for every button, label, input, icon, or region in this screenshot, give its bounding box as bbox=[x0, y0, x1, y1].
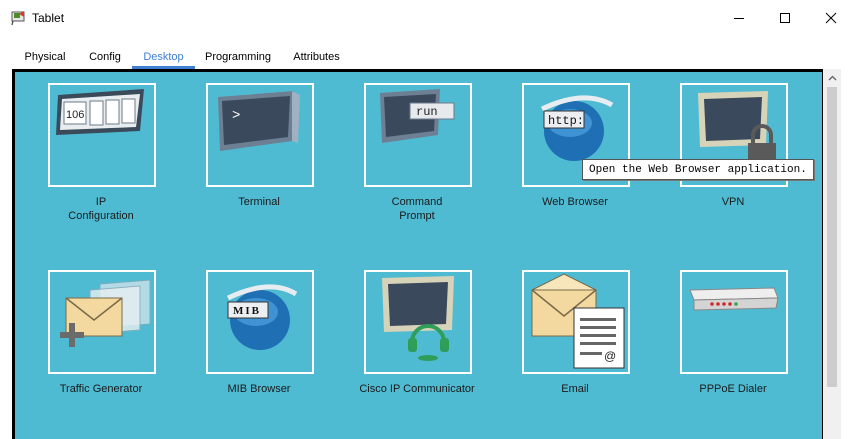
tab-label: Desktop bbox=[143, 51, 184, 63]
app-label: VPN bbox=[663, 195, 803, 209]
app-label-text: Web Browser bbox=[542, 196, 608, 208]
app-tile[interactable]: run bbox=[364, 83, 472, 187]
tab-programming[interactable]: Programming bbox=[195, 45, 281, 69]
at-symbol-text: @ bbox=[604, 349, 616, 363]
desktop-area: 106 IP Configuration > Terminal run Comm… bbox=[15, 72, 822, 439]
web-browser-tooltip: Open the Web Browser application. bbox=[582, 159, 814, 180]
maximize-icon bbox=[780, 13, 790, 23]
minimize-icon bbox=[734, 18, 744, 19]
terminal-prompt-text: > bbox=[232, 108, 240, 124]
desktop-panel: 106 IP Configuration > Terminal run Comm… bbox=[12, 69, 827, 439]
app-label-text: VPN bbox=[721, 196, 745, 208]
scroll-thumb[interactable] bbox=[827, 87, 837, 387]
packet-tracer-app-icon bbox=[11, 11, 25, 26]
app-tile[interactable] bbox=[364, 270, 472, 374]
window-title: Tablet bbox=[32, 11, 65, 25]
vertical-scrollbar[interactable] bbox=[823, 69, 841, 439]
tab-attributes[interactable]: Attributes bbox=[281, 45, 352, 69]
close-button[interactable] bbox=[808, 0, 854, 36]
run-text: run bbox=[416, 105, 438, 119]
app-label-text: Email bbox=[561, 383, 589, 395]
app-label: Terminal bbox=[189, 195, 329, 209]
app-label-text: IP Configuration bbox=[68, 196, 134, 222]
email-icon: @ bbox=[531, 273, 625, 369]
traffic-generator-icon bbox=[60, 279, 151, 347]
app-label: Command Prompt bbox=[347, 195, 487, 223]
tooltip-text: Open the Web Browser application. bbox=[589, 163, 807, 176]
app-label: IP Configuration bbox=[31, 195, 171, 223]
mib-browser-icon: MIB bbox=[226, 284, 298, 350]
app-label-text: Traffic Generator bbox=[59, 383, 143, 395]
mib-text: MIB bbox=[233, 305, 261, 317]
app-tile[interactable]: > bbox=[206, 83, 314, 187]
close-icon bbox=[825, 12, 837, 24]
ip-configuration-icon: 106 bbox=[56, 89, 144, 135]
ip-number-text: 106 bbox=[66, 109, 84, 121]
app-label: Web Browser bbox=[505, 195, 645, 209]
app-tile[interactable]: @ bbox=[522, 270, 630, 374]
tab-label: Programming bbox=[204, 51, 272, 63]
app-tile[interactable]: MIB bbox=[206, 270, 314, 374]
app-tile[interactable] bbox=[48, 270, 156, 374]
maximize-button[interactable] bbox=[762, 0, 808, 36]
app-label-text: Command Prompt bbox=[391, 196, 443, 222]
cisco-ip-communicator-icon bbox=[382, 276, 454, 361]
tab-desktop[interactable]: Desktop bbox=[132, 45, 195, 69]
app-label: MIB Browser bbox=[189, 382, 329, 396]
tab-label: Attributes bbox=[293, 51, 340, 63]
app-label: Email bbox=[505, 382, 645, 396]
terminal-icon: > bbox=[218, 91, 300, 151]
scroll-up-button[interactable] bbox=[823, 69, 841, 87]
chevron-up-icon bbox=[828, 75, 836, 81]
tab-label: Physical bbox=[24, 51, 66, 63]
app-label: Traffic Generator bbox=[31, 382, 171, 396]
app-label-text: Cisco IP Communicator bbox=[359, 383, 475, 395]
command-prompt-icon: run bbox=[380, 89, 455, 143]
app-label-text: MIB Browser bbox=[227, 383, 291, 395]
tab-label: Config bbox=[89, 51, 121, 63]
tab-config[interactable]: Config bbox=[78, 45, 132, 69]
app-label: Cisco IP Communicator bbox=[347, 382, 487, 396]
app-label: PPPoE Dialer bbox=[663, 382, 803, 396]
tab-physical[interactable]: Physical bbox=[12, 45, 78, 69]
title-bar: Tablet bbox=[0, 0, 854, 36]
app-tile[interactable] bbox=[680, 270, 788, 374]
pppoe-dialer-icon bbox=[689, 287, 779, 311]
app-label-text: PPPoE Dialer bbox=[699, 383, 767, 395]
http-text: http: bbox=[548, 114, 584, 128]
app-label-text: Terminal bbox=[238, 196, 280, 208]
app-tile[interactable]: 106 bbox=[48, 83, 156, 187]
minimize-button[interactable] bbox=[716, 0, 762, 36]
